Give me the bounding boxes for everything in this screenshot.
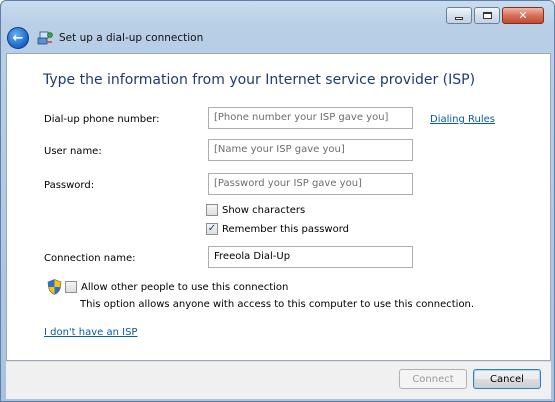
- wizard-footer: Connect Cancel: [6, 361, 551, 399]
- connect-button[interactable]: Connect: [399, 369, 467, 389]
- remember-password-checkbox[interactable]: ✓: [206, 223, 218, 235]
- no-isp-link[interactable]: I don't have an ISP: [44, 327, 137, 338]
- close-icon: ✕: [518, 9, 528, 22]
- minimize-icon: [455, 16, 463, 20]
- maximize-icon: [482, 12, 492, 19]
- close-button[interactable]: ✕: [502, 7, 544, 24]
- show-characters-option[interactable]: Show characters: [206, 204, 305, 216]
- dialup-connection-icon: [37, 31, 53, 45]
- allow-others-description: This option allows anyone with access to…: [80, 299, 475, 310]
- remember-password-option[interactable]: ✓ Remember this password: [206, 223, 349, 235]
- username-input[interactable]: [Name your ISP gave you]: [208, 139, 413, 161]
- show-characters-checkbox[interactable]: [206, 204, 218, 216]
- show-characters-label: Show characters: [222, 204, 306, 216]
- password-input[interactable]: [Password your ISP gave you]: [208, 173, 413, 195]
- allow-others-option[interactable]: Allow other people to use this connectio…: [65, 281, 288, 293]
- dialup-wizard-window: ✕ ← Set up a dial-up connection Type the…: [0, 0, 555, 402]
- dialing-rules-link[interactable]: Dialing Rules: [430, 114, 495, 125]
- checkmark-icon: ✓: [207, 223, 217, 234]
- page-heading: Type the information from your Internet …: [43, 72, 476, 88]
- cancel-button[interactable]: Cancel: [473, 369, 541, 389]
- connection-name-input[interactable]: Freeola Dial-Up: [208, 246, 413, 268]
- window-title: Set up a dial-up connection: [59, 32, 204, 44]
- phone-label: Dial-up phone number:: [44, 114, 160, 125]
- maximize-button[interactable]: [474, 7, 500, 24]
- allow-others-checkbox[interactable]: [65, 281, 77, 293]
- window-controls: ✕: [446, 7, 544, 24]
- phone-number-input[interactable]: [Phone number your ISP gave you]: [208, 107, 413, 129]
- back-arrow-icon: ←: [12, 30, 24, 46]
- uac-shield-icon: [47, 279, 62, 295]
- wizard-content: Type the information from your Internet …: [6, 53, 551, 361]
- password-label: Password:: [44, 180, 95, 191]
- minimize-button[interactable]: [446, 7, 472, 24]
- remember-password-label: Remember this password: [222, 223, 349, 235]
- username-label: User name:: [44, 146, 102, 157]
- allow-others-label: Allow other people to use this connectio…: [81, 281, 289, 293]
- connection-name-label: Connection name:: [44, 253, 136, 264]
- wizard-header: ← Set up a dial-up connection: [5, 27, 550, 49]
- back-button[interactable]: ←: [7, 27, 29, 49]
